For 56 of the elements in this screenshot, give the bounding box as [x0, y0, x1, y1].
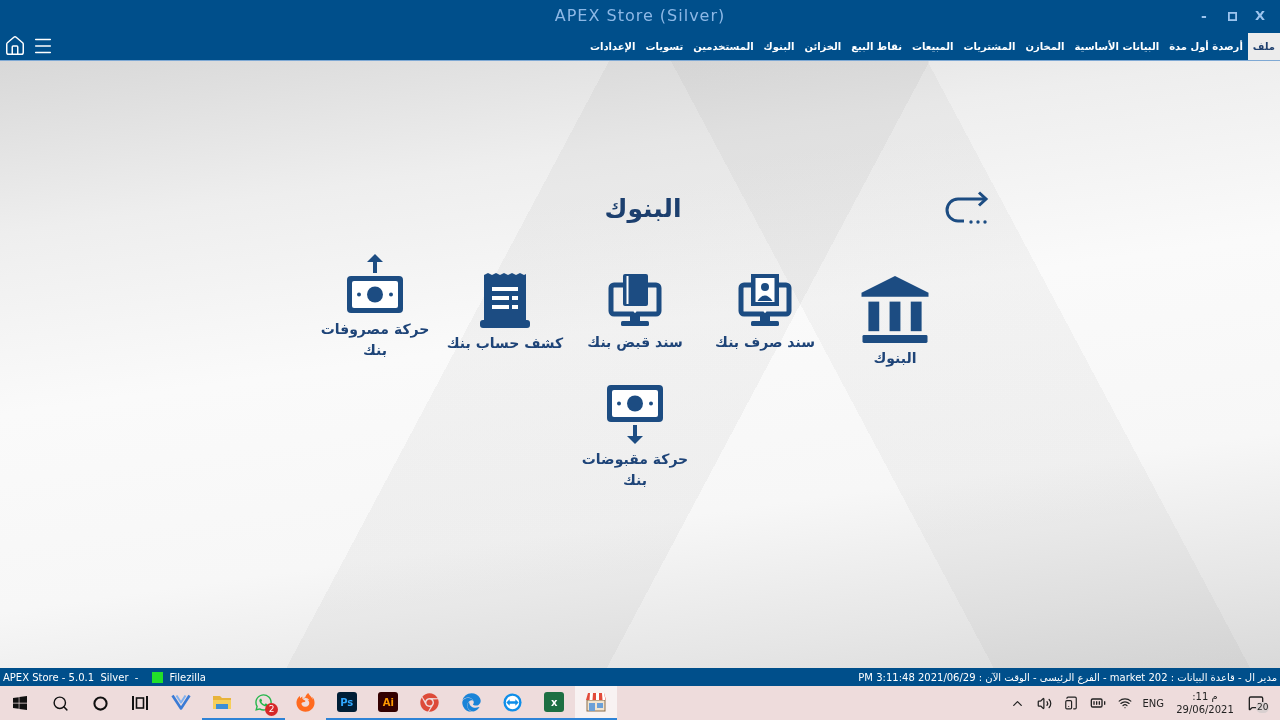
wifi-icon[interactable] [1118, 696, 1133, 710]
app-tile-icon: Ps [336, 692, 357, 712]
monitor-book-icon [608, 273, 662, 327]
notification-count: 20 [1256, 702, 1270, 713]
status-square-icon [152, 671, 164, 683]
banknote-arrow-down-icon [606, 384, 664, 444]
tile-label: حركة مصروفات بنك [319, 320, 431, 360]
fox-globe-icon [295, 692, 315, 712]
clock-date: 29/06/2021 [1176, 703, 1234, 716]
battery-icon[interactable] [1090, 695, 1107, 711]
module-tile[interactable]: سند قبض بنك [570, 254, 700, 369]
speaker-icon[interactable] [1037, 695, 1053, 711]
menu-tab[interactable]: ملف [1247, 33, 1280, 60]
module-tile[interactable]: كشف حساب بنك [440, 254, 570, 369]
tile-label: سند صرف بنك [715, 333, 815, 353]
clock-time: :11 م [1192, 690, 1218, 703]
minimize-button[interactable]: - [1190, 4, 1218, 28]
taskbar-app-button[interactable]: x [533, 686, 575, 720]
module-tile[interactable]: حركة مقبوضات بنك [570, 384, 700, 491]
folder-icon [212, 694, 233, 710]
bank-building-icon [861, 276, 929, 343]
monitor-picture-icon [738, 273, 792, 327]
language-indicator[interactable]: ENG [1142, 695, 1164, 711]
taskbar-app-button[interactable]: 2 [243, 686, 285, 720]
v-logo-icon [170, 694, 191, 710]
ring-icon [92, 695, 108, 711]
banknote-arrow-up-icon [346, 254, 404, 314]
status-info-text: مدير ال - قاعدة البيانات : 202 market - الفرع الرئيسى - الوقت الآن : 2021/06/29 3:11:48 PM [858, 670, 1277, 685]
device-icon[interactable] [1064, 696, 1079, 710]
double-arrow-circle-icon [503, 692, 523, 712]
notifications-button[interactable]: 20 [1236, 688, 1276, 718]
module-tile[interactable]: البنوك [830, 254, 960, 369]
storefront-icon [584, 692, 607, 712]
receipt-icon [479, 272, 531, 328]
page-title: البنوك [603, 193, 682, 225]
search-icon [51, 694, 69, 712]
module-tile[interactable]: حركة مصروفات بنك [310, 254, 440, 369]
taskbar-app-button[interactable]: Ps [326, 686, 368, 720]
tile-label: سند قبض بنك [587, 333, 683, 353]
tile-label: حركة مقبوضات بنك [580, 450, 690, 490]
task-view-icon [131, 695, 149, 711]
home-icon[interactable] [4, 35, 26, 57]
app-tile-icon: x [544, 692, 565, 712]
notification-badge: 2 [265, 703, 278, 716]
app-tile-icon: Ai [378, 692, 399, 712]
maximize-icon [1227, 11, 1237, 21]
version-text: APEX Store - 5.0.1 Silver - [3, 670, 139, 685]
taskbar-app-button[interactable]: Ai [367, 686, 409, 720]
connection-text: Filezilla [169, 670, 206, 685]
module-tile[interactable]: سند صرف بنك [700, 254, 830, 369]
close-button[interactable]: X [1246, 4, 1274, 28]
taskbar-app-button[interactable] [575, 686, 617, 720]
window-title: APEX Store (Silver) [554, 5, 726, 27]
tile-label: البنوك [873, 349, 917, 369]
tile-label: كشف حساب بنك [446, 334, 564, 353]
windows-logo-icon [12, 695, 28, 711]
